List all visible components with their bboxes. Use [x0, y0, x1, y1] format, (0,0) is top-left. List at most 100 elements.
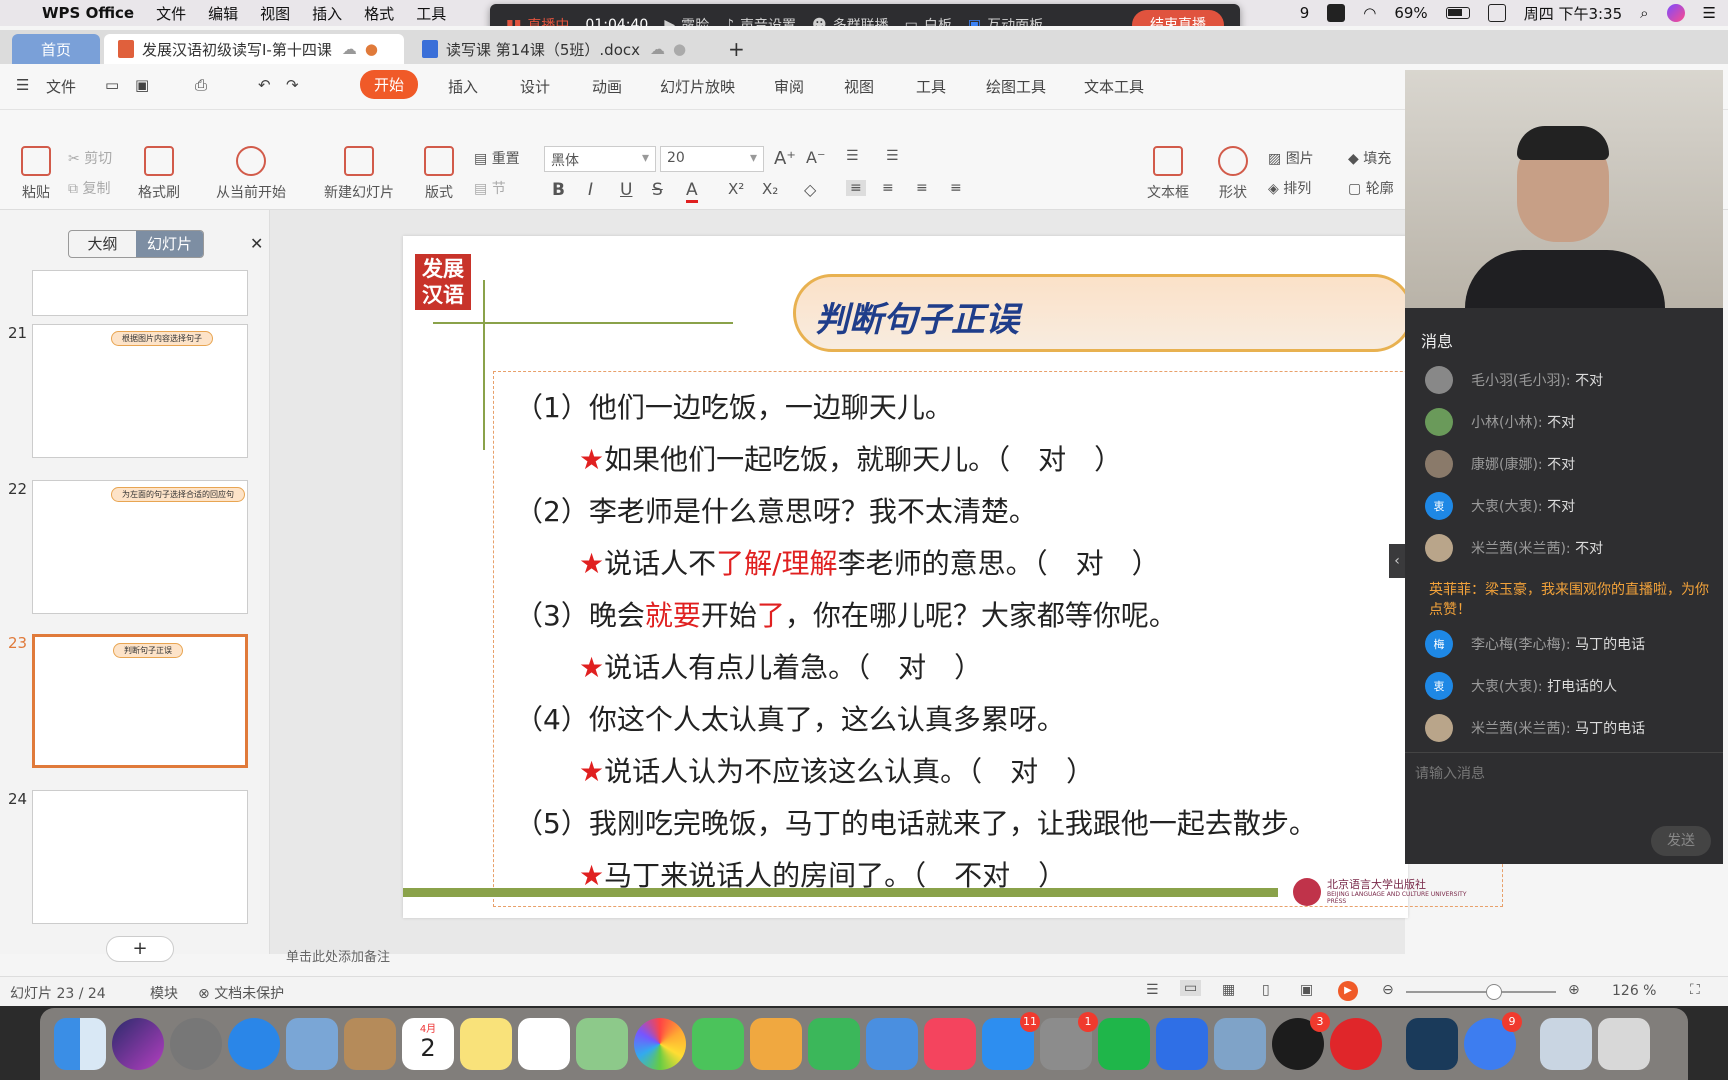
menu-edit[interactable]: 编辑 [208, 3, 238, 24]
protection-status[interactable]: ⊗ 文档未保护 [198, 983, 284, 1003]
image-capture-icon[interactable] [1214, 1018, 1266, 1070]
menu-tools[interactable]: 工具 [416, 3, 446, 24]
new-tab-button[interactable]: + [714, 34, 759, 64]
file-menu[interactable]: 文件 [46, 76, 76, 97]
kindle-icon[interactable] [1406, 1018, 1458, 1070]
layout-button[interactable]: 版式 [414, 146, 464, 202]
cut-button[interactable]: ✂ 剪切 [68, 148, 112, 168]
contacts-icon[interactable] [344, 1018, 396, 1070]
tab-insert[interactable]: 插入 [448, 76, 478, 97]
maps-icon[interactable] [576, 1018, 628, 1070]
close-panel-icon[interactable]: ✕ [250, 234, 263, 253]
slide[interactable]: 发展 汉语 判断句子正误 （1）他们一边吃饭，一边聊天儿。 ★如果他们一起吃饭，就… [403, 236, 1503, 918]
fit-window-icon[interactable]: ⛶ [1690, 982, 1700, 998]
tab-design[interactable]: 设计 [520, 76, 550, 97]
open-icon[interactable]: ▭ [105, 76, 119, 94]
textbox-button[interactable]: 文本框 [1140, 146, 1196, 202]
downloads-stack-icon[interactable] [1540, 1018, 1592, 1070]
tab-document[interactable]: 读写课 第14课（5班）.docx ☁ ● [408, 34, 708, 64]
slide-thumbnail-21[interactable]: 根据图片内容选择句子 [32, 324, 248, 458]
tab-outline[interactable]: 大纲 [69, 231, 136, 257]
decrease-font-icon[interactable]: A⁻ [806, 148, 825, 167]
tab-tools[interactable]: 工具 [916, 76, 946, 97]
hamburger-icon[interactable]: ☰ [16, 76, 29, 94]
netease-music-icon[interactable] [1330, 1018, 1382, 1070]
tab-slideshow[interactable]: 幻灯片放映 [660, 76, 735, 97]
align-center-icon[interactable]: ≡ [882, 180, 894, 196]
numbers-icon[interactable] [808, 1018, 860, 1070]
tab-view[interactable]: 视图 [844, 76, 874, 97]
wifi-icon[interactable]: ◠ [1363, 4, 1376, 22]
send-button[interactable]: 发送 [1651, 826, 1711, 856]
notes-placeholder[interactable]: 单击此处添加备注 [286, 946, 390, 965]
calendar-icon[interactable]: 4月 2 [402, 1018, 454, 1070]
reading-view-icon[interactable]: ▯ [1262, 982, 1270, 998]
zoom-out-icon[interactable]: ⊖ [1382, 982, 1394, 998]
safari-icon[interactable] [228, 1018, 280, 1070]
presenter-view-icon[interactable]: ▣ [1300, 982, 1313, 998]
trash-icon[interactable] [1598, 1018, 1650, 1070]
subscript-icon[interactable]: X₂ [762, 180, 778, 198]
siri-icon[interactable] [112, 1018, 164, 1070]
sorter-view-icon[interactable]: ▦ [1222, 982, 1235, 998]
tab-review[interactable]: 审阅 [774, 76, 804, 97]
fill-button[interactable]: ◆ 填充 [1348, 148, 1391, 168]
copy-button[interactable]: ⧉ 复制 [68, 178, 110, 198]
print-icon[interactable]: ⎙ [195, 76, 207, 94]
appstore-icon[interactable]: 11 [982, 1012, 1040, 1070]
tab-text-tools[interactable]: 文本工具 [1084, 76, 1144, 97]
add-slide-button[interactable]: + [106, 936, 174, 962]
slide-thumbnail-24[interactable] [32, 790, 248, 924]
notification-center-icon[interactable]: ☰ [1703, 4, 1716, 22]
pages-icon[interactable] [750, 1018, 802, 1070]
save-icon[interactable]: ▣ [135, 76, 149, 94]
music-icon[interactable] [924, 1018, 976, 1070]
notes-view-icon[interactable]: ☰ [1146, 982, 1159, 998]
zoom-in-icon[interactable]: ⊕ [1568, 982, 1580, 998]
underline-icon[interactable]: U [620, 180, 632, 200]
wps-icon[interactable] [1156, 1018, 1208, 1070]
battery-icon[interactable] [1445, 7, 1470, 19]
shape-button[interactable]: 形状 [1208, 146, 1258, 202]
feishu-icon[interactable]: 9 [1464, 1012, 1522, 1070]
redo-icon[interactable]: ↷ [286, 76, 299, 94]
finder-icon[interactable] [54, 1018, 106, 1070]
align-right-icon[interactable]: ≡ [916, 180, 928, 196]
iqiyi-icon[interactable] [1098, 1018, 1150, 1070]
numbered-list-icon[interactable]: ☰ [886, 148, 899, 164]
picture-button[interactable]: ▨ 图片 [1268, 148, 1314, 168]
menu-file[interactable]: 文件 [156, 3, 186, 24]
facetime-icon[interactable] [692, 1018, 744, 1070]
reset-button[interactable]: ▤ 重置 [474, 148, 520, 168]
template-label[interactable]: 模块 [150, 983, 178, 1003]
bullet-list-icon[interactable]: ☰ [846, 148, 859, 164]
clock[interactable]: 周四 下午3:35 [1524, 3, 1622, 24]
tab-home[interactable]: 首页 [12, 34, 100, 64]
arrange-button[interactable]: ◈ 排列 [1268, 178, 1311, 198]
font-name-select[interactable]: 黑体 ▾ [544, 146, 656, 172]
tab-start[interactable]: 开始 [360, 70, 419, 99]
bold-icon[interactable]: B [552, 180, 565, 200]
slide-thumbnail-20[interactable] [32, 270, 248, 316]
format-painter-button[interactable]: 格式刷 [134, 146, 184, 202]
align-left-icon[interactable]: ≡ [846, 180, 866, 196]
italic-icon[interactable]: I [588, 180, 593, 200]
system-preferences-icon[interactable]: 1 [1040, 1012, 1098, 1070]
menu-format[interactable]: 格式 [364, 3, 394, 24]
zoom-slider[interactable] [1406, 984, 1556, 1000]
wps-status-icon[interactable] [1327, 4, 1346, 22]
spotlight-icon[interactable]: ⌕ [1640, 4, 1648, 22]
justify-icon[interactable]: ≡ [950, 180, 962, 196]
new-slide-button[interactable]: 新建幻灯片 [314, 146, 404, 202]
menu-insert[interactable]: 插入 [312, 3, 342, 24]
photos-icon[interactable] [634, 1018, 686, 1070]
eraser-icon[interactable]: ◇ [804, 180, 816, 199]
input-method-icon[interactable] [1487, 4, 1506, 22]
normal-view-icon[interactable]: ▭ [1180, 980, 1202, 996]
zoom-level[interactable]: 126 % [1612, 983, 1656, 999]
keynote-icon[interactable] [866, 1018, 918, 1070]
slideshow-play-icon[interactable]: ▶ [1338, 981, 1358, 1001]
preview-icon[interactable] [286, 1018, 338, 1070]
outline-button[interactable]: ▢ 轮廓 [1348, 178, 1394, 198]
font-size-select[interactable]: 20 ▾ [660, 146, 764, 172]
